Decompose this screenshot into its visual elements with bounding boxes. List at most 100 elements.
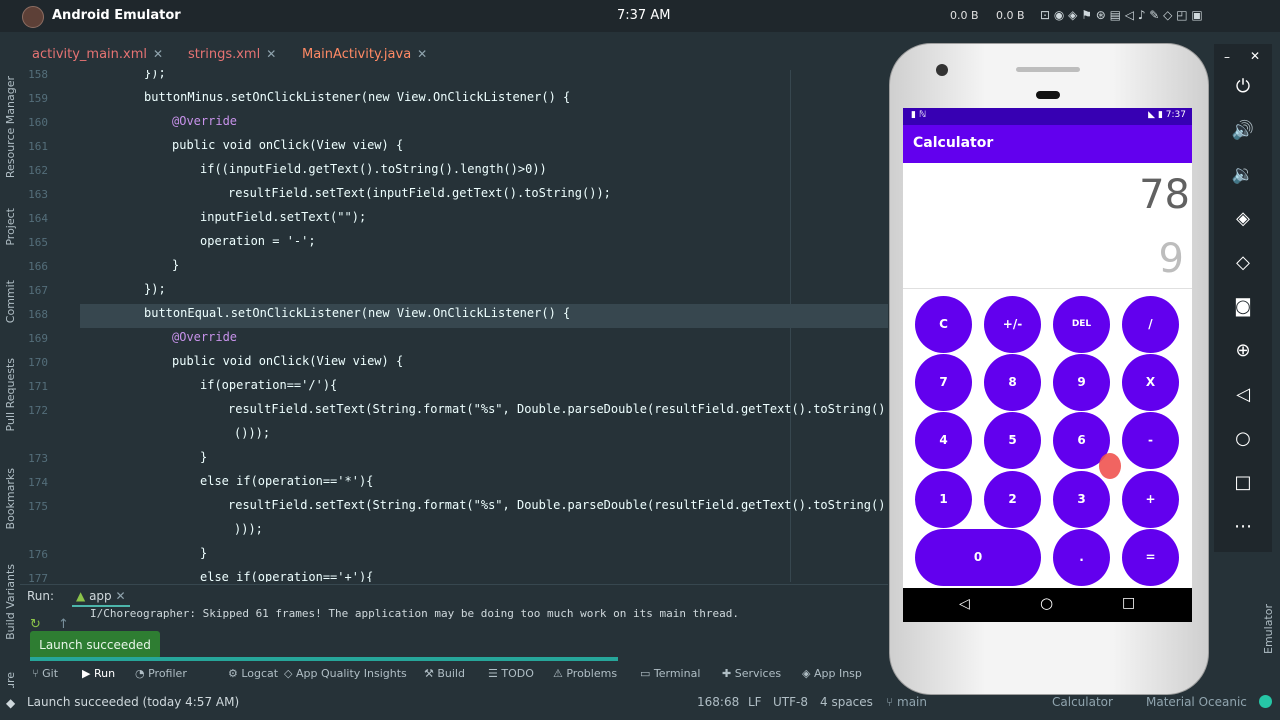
code-line[interactable]: operation = '-'; (200, 234, 316, 248)
key-19[interactable]: = (1122, 529, 1179, 586)
close-icon[interactable]: ✕ (153, 47, 163, 61)
volume-up-icon[interactable]: 🔊 (1214, 120, 1272, 141)
code-line[interactable]: public void onClick(View view) { (172, 354, 403, 368)
key-12[interactable]: - (1122, 412, 1179, 469)
code-editor[interactable]: 158}); 159 buttonMinus.setOnClickListener(… (20, 70, 888, 582)
tab-main-activity[interactable]: MainActivity.java ✕ (302, 40, 428, 72)
key-2[interactable]: +/- (984, 296, 1041, 353)
home-icon[interactable]: ○ (1040, 594, 1053, 612)
theme-name[interactable]: Material Oceanic (1146, 695, 1247, 709)
tool-run[interactable]: ▶ Run (82, 667, 115, 680)
home-icon[interactable]: ○ (1214, 428, 1272, 449)
line-number: 169 (28, 332, 48, 345)
camera-icon[interactable]: ◙ (1214, 296, 1272, 317)
code-line[interactable]: else if(operation=='*'){ (200, 474, 373, 488)
tool-resource-manager[interactable]: Resource Manager (4, 76, 17, 178)
code-line[interactable]: @Override (172, 330, 237, 344)
code-line[interactable]: }); (144, 282, 166, 296)
tool-pull-requests[interactable]: Pull Requests (4, 358, 17, 431)
key-17[interactable]: 0 (915, 529, 1041, 586)
key-8[interactable]: X (1122, 354, 1179, 411)
tool-emulator[interactable]: Emulator (1262, 604, 1275, 654)
close-icon[interactable]: ✕ (1250, 49, 1260, 63)
back-icon[interactable]: ◁ (1214, 384, 1272, 405)
key-6[interactable]: 8 (984, 354, 1041, 411)
more-icon[interactable]: ⋯ (1214, 516, 1272, 537)
code-line[interactable]: }); (144, 70, 166, 80)
caret-position[interactable]: 168:68 (697, 695, 739, 709)
tool-app-inspection[interactable]: ◈ App Insp (802, 667, 862, 680)
code-line[interactable]: } (172, 258, 179, 272)
code-line[interactable]: buttonMinus.setOnClickListener(new View.… (144, 90, 570, 104)
android-icon: ▲ (76, 589, 86, 603)
tool-todo[interactable]: ☰ TODO (488, 667, 534, 680)
tool-commit[interactable]: Commit (4, 280, 17, 323)
tool-logcat[interactable]: ⚙ Logcat (228, 667, 278, 680)
overview-icon[interactable]: □ (1214, 472, 1272, 493)
zoom-icon[interactable]: ⊕ (1214, 340, 1272, 361)
code-line[interactable]: resultField.setText(inputField.getText()… (228, 186, 611, 200)
key-3[interactable]: DEL (1053, 296, 1110, 353)
code-line[interactable]: ())); (234, 426, 270, 440)
code-line[interactable]: @Override (172, 114, 237, 128)
tool-build-variants[interactable]: Build Variants (4, 564, 17, 640)
key-5[interactable]: 7 (915, 354, 972, 411)
tool-services[interactable]: ✚ Services (722, 667, 781, 680)
close-icon[interactable]: ✕ (417, 47, 427, 61)
tool-build[interactable]: ⚒ Build (424, 667, 465, 680)
key-16[interactable]: + (1122, 471, 1179, 528)
key-1[interactable]: C (915, 296, 972, 353)
git-branch[interactable]: ⑂ main (886, 695, 927, 709)
rerun-icon[interactable]: ↻ (30, 617, 41, 632)
back-icon[interactable]: ◁ (959, 596, 970, 612)
tray-icons[interactable]: ⊡ ◉ ◈ ⚑ ⊛ ▤ ◁ ♪ ✎ ◇ ◰ ▣ (1040, 8, 1203, 22)
rotate-right-icon[interactable]: ◇ (1214, 252, 1272, 273)
close-icon[interactable]: ✕ (266, 47, 276, 61)
line-separator[interactable]: LF (748, 695, 762, 709)
project-name[interactable]: Calculator (1052, 695, 1113, 709)
key-14[interactable]: 2 (984, 471, 1041, 528)
tool-terminal[interactable]: ▭ Terminal (640, 667, 700, 680)
key-15[interactable]: 3 (1053, 471, 1110, 528)
key-4[interactable]: / (1122, 296, 1179, 353)
code-line[interactable]: if(operation=='/'){ (200, 378, 337, 392)
code-line[interactable]: } (200, 546, 207, 560)
key-13[interactable]: 1 (915, 471, 972, 528)
key-7[interactable]: 9 (1053, 354, 1110, 411)
tab-label: strings.xml (188, 47, 261, 62)
tool-profiler[interactable]: ◔ Profiler (135, 667, 187, 680)
key-9[interactable]: 4 (915, 412, 972, 469)
key-18[interactable]: . (1053, 529, 1110, 586)
result-display: 78 (1139, 172, 1190, 218)
tool-project[interactable]: Project (4, 208, 17, 246)
up-arrow-icon[interactable]: ↑ (58, 617, 69, 632)
tab-strings[interactable]: strings.xml ✕ (188, 40, 276, 70)
volume-down-icon[interactable]: 🔉 (1214, 164, 1272, 185)
tool-bookmarks[interactable]: Bookmarks (4, 468, 17, 529)
tab-activity-main[interactable]: activity_main.xml ✕ (32, 40, 163, 70)
tool-problems[interactable]: ⚠ Problems (553, 667, 617, 680)
divider (903, 288, 1192, 289)
power-icon[interactable]: ⏻ (1214, 76, 1272, 97)
tool-app-quality[interactable]: ◇ App Quality Insights (284, 667, 407, 680)
code-line[interactable]: } (200, 450, 207, 464)
code-line[interactable]: public void onClick(View view) { (172, 138, 403, 152)
emulator-controls: – ✕ ⏻ 🔊 🔉 ◈ ◇ ◙ ⊕ ◁ ○ □ ⋯ (1214, 44, 1272, 552)
code-line[interactable]: if((inputField.getText().toString().leng… (200, 162, 547, 176)
key-10[interactable]: 5 (984, 412, 1041, 469)
code-line[interactable]: else if(operation=='+'){ (200, 570, 373, 582)
code-line[interactable]: resultField.setText(String.format("%s", … (228, 402, 885, 416)
minimize-icon[interactable]: – (1224, 50, 1230, 64)
code-line[interactable]: ))); (234, 522, 263, 536)
run-config-tab[interactable]: ▲ app ✕ (72, 587, 130, 607)
file-encoding[interactable]: UTF-8 (773, 695, 808, 709)
indent-setting[interactable]: 4 spaces (820, 695, 873, 709)
rotate-left-icon[interactable]: ◈ (1214, 208, 1272, 229)
code-line[interactable]: inputField.setText(""); (200, 210, 366, 224)
code-line[interactable]: resultField.setText(String.format("%s", … (228, 498, 885, 512)
code-line[interactable]: buttonEqual.setOnClickListener(new View.… (144, 306, 570, 320)
tool-git[interactable]: ⑂ Git (32, 667, 58, 680)
recents-icon[interactable]: □ (1122, 595, 1135, 611)
close-icon[interactable]: ✕ (115, 589, 125, 603)
device-screen[interactable]: ▮ ℕ ◣ ▮ 7:37 Calculator 78 9 C +/- DEL/7 8 9… (903, 108, 1192, 622)
